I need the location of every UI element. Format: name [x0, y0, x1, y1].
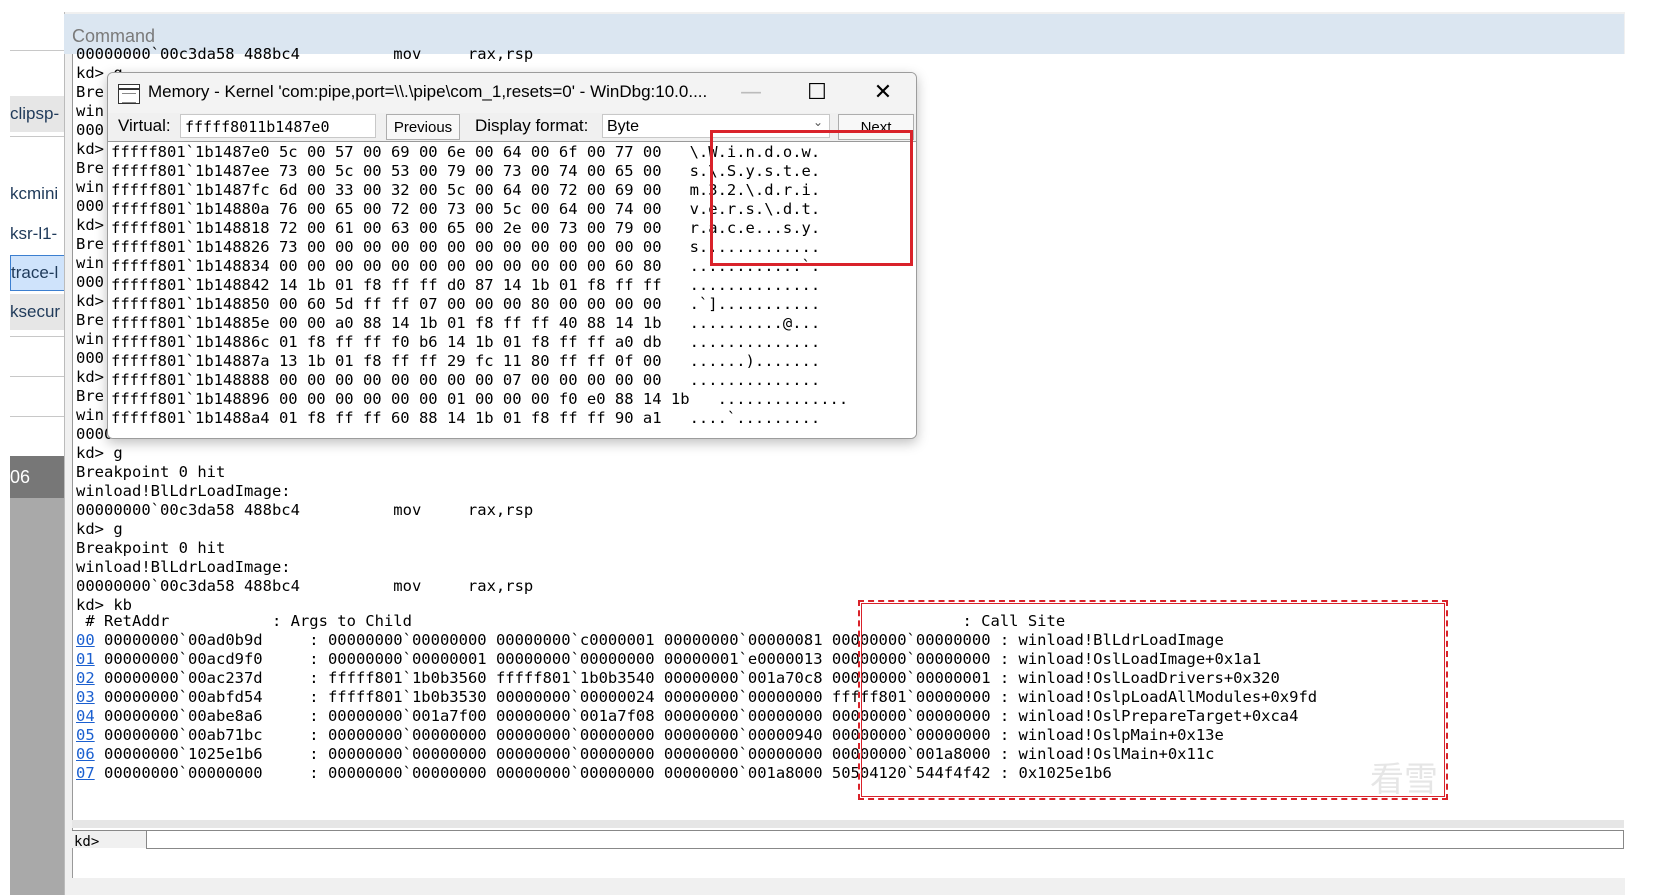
command-line: 000	[76, 197, 104, 215]
command-line: Breakpoint 0 hit	[76, 539, 226, 557]
command-line: Bre	[76, 159, 104, 177]
highlight-box-ascii	[710, 130, 913, 266]
memory-row: fffff801`1b148842 14 1b 01 f8 ff ff d0 8…	[111, 276, 821, 294]
left-item-ksr[interactable]: ksr-l1-	[10, 216, 64, 252]
left-number[interactable]: 06	[10, 456, 64, 498]
command-line: win	[76, 102, 104, 120]
command-line: kd>	[76, 216, 104, 234]
command-line: 00000000`00c3da58 488bc4 mov rax,rsp	[76, 577, 534, 595]
command-line: Bre	[76, 311, 104, 329]
memory-row: fffff801`1b148850 00 60 5d ff ff 07 00 0…	[111, 295, 821, 313]
left-item-ksecur[interactable]: ksecur	[10, 294, 64, 330]
left-item-kcmini[interactable]: kcmini	[10, 176, 64, 212]
minimize-button[interactable]: —	[728, 78, 774, 108]
left-divider	[10, 376, 64, 377]
memory-row: fffff801`1b14885e 00 00 a0 88 14 1b 01 f…	[111, 314, 821, 332]
memory-title: Memory - Kernel 'com:pipe,port=\\.\pipe\…	[148, 82, 708, 101]
command-line: Breakpoint 0 hit	[76, 463, 226, 481]
command-line: 000	[76, 349, 104, 367]
left-item-trace[interactable]: trace-l	[10, 255, 66, 291]
left-divider	[10, 336, 64, 337]
command-line: Bre	[76, 83, 104, 101]
command-line: kd>	[76, 140, 104, 158]
horizontal-scrollbar[interactable]	[72, 820, 1624, 828]
frame-index-link[interactable]: 02	[76, 669, 95, 687]
command-line: Bre	[76, 387, 104, 405]
frame-index-link[interactable]: 01	[76, 650, 95, 668]
left-panel: clipsp- kcmini ksr-l1- trace-l ksecur 06	[0, 0, 66, 895]
close-button[interactable]: ✕	[860, 78, 906, 108]
display-format-value: Byte	[607, 118, 640, 135]
frame-index-link[interactable]: 04	[76, 707, 95, 725]
frame-index-link[interactable]: 00	[76, 631, 95, 649]
command-line: 00000000`00c3da58 488bc4 mov rax,rsp	[76, 501, 534, 519]
memory-row: fffff801`1b14886c 01 f8 ff ff f0 b6 14 1…	[111, 333, 821, 351]
memory-row: fffff801`1b148896 00 00 00 00 00 00 01 0…	[111, 390, 849, 408]
command-line: kd> g	[76, 520, 123, 538]
command-line: kd>	[76, 292, 104, 310]
previous-button[interactable]: Previous	[386, 114, 460, 140]
virtual-address-field[interactable]: fffff8011b1487e0	[180, 114, 376, 138]
command-line: 000	[76, 273, 104, 291]
frame-index-link[interactable]: 07	[76, 764, 95, 782]
frame-index-link[interactable]: 06	[76, 745, 95, 763]
highlight-box-callsite	[858, 600, 1448, 800]
left-divider	[10, 136, 64, 137]
display-format-label: Display format:	[475, 116, 589, 135]
command-line: win	[76, 330, 104, 348]
virtual-label: Virtual:	[118, 116, 171, 135]
watermark: 看雪	[1370, 761, 1438, 799]
memory-row: fffff801`1b1488a4 01 f8 ff ff 60 88 14 1…	[111, 409, 821, 427]
left-divider	[10, 50, 64, 51]
command-line: win	[76, 178, 104, 196]
maximize-button[interactable]: ☐	[794, 78, 840, 108]
command-line: 00000000`00c3da58 488bc4 mov rax,rsp	[76, 45, 534, 63]
frame-index-link[interactable]: 05	[76, 726, 95, 744]
command-line: 000	[76, 121, 104, 139]
left-grey-area	[10, 490, 64, 895]
command-line: Bre	[76, 235, 104, 253]
left-divider	[10, 416, 64, 417]
memory-row: fffff801`1b14887a 13 1b 01 f8 ff ff 29 f…	[111, 352, 821, 370]
command-line: winload!BlLdrLoadImage:	[76, 558, 291, 576]
memory-titlebar[interactable]: Memory - Kernel 'com:pipe,port=\\.\pipe\…	[108, 73, 916, 113]
command-prompt: kd>	[74, 834, 100, 850]
command-input[interactable]	[146, 830, 1624, 849]
command-line: win	[76, 406, 104, 424]
chevron-down-icon: ⌄	[812, 115, 823, 129]
command-title: Command	[72, 26, 156, 46]
command-line: kd>	[76, 368, 104, 386]
command-line: winload!BlLdrLoadImage:	[76, 482, 291, 500]
memory-row: fffff801`1b148888 00 00 00 00 00 00 00 0…	[111, 371, 821, 389]
frame-index-link[interactable]: 03	[76, 688, 95, 706]
command-line: win	[76, 254, 104, 272]
memory-window-icon	[118, 84, 140, 104]
command-line: kd> g	[76, 444, 123, 462]
left-item-clipsp[interactable]: clipsp-	[10, 96, 64, 132]
